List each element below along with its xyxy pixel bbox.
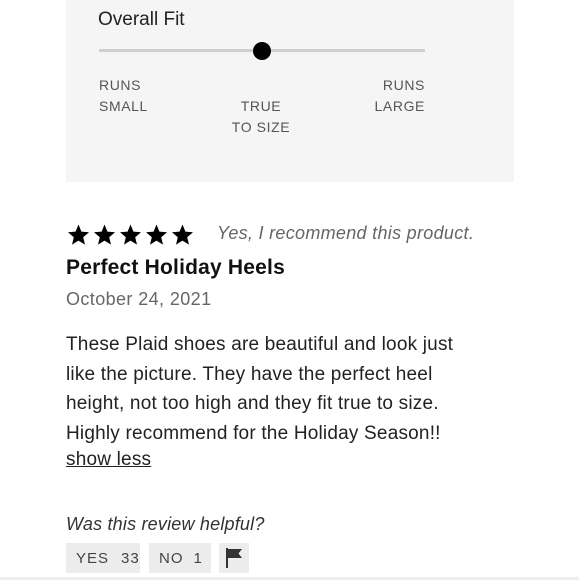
review-body-line: Highly recommend for the Holiday Season!… — [66, 422, 441, 444]
helpful-yes-button[interactable]: YES 33 — [66, 543, 140, 573]
recommend-text: Yes, I recommend this product. — [217, 223, 475, 243]
star-icon — [120, 224, 141, 245]
helpful-yes-count: 33 — [121, 549, 140, 567]
review-body-line: height, not too high and they fit true t… — [66, 393, 439, 415]
helpful-no-button[interactable]: NO 1 — [149, 543, 211, 573]
star-icon — [94, 224, 115, 245]
report-flag-button[interactable] — [219, 543, 249, 573]
overall-fit-title: Overall Fit — [98, 9, 185, 30]
review-body: These Plaid shoes are beautiful and look… — [66, 330, 506, 448]
helpful-no-label: NO — [159, 549, 184, 567]
star-icon — [172, 224, 193, 245]
flag-icon — [226, 548, 242, 568]
show-less-link[interactable]: show less — [66, 449, 151, 471]
star-rating — [66, 223, 195, 247]
fit-label-true-to-size: TRUE TO SIZE — [231, 98, 291, 135]
star-icon — [68, 224, 89, 245]
fit-slider-track — [99, 41, 425, 60]
helpful-no-count: 1 — [193, 549, 203, 567]
fit-slider-knob — [253, 41, 271, 60]
review-title: Perfect Holiday Heels — [66, 256, 285, 279]
star-icon — [146, 224, 167, 245]
review-body-line: These Plaid shoes are beautiful and look… — [66, 334, 454, 355]
review-body-line: like the picture. They have the perfect … — [66, 363, 433, 385]
overall-fit-panel: Overall Fit RUNS SMALL TRUE TO SIZE RUNS… — [66, 0, 514, 182]
review-date: October 24, 2021 — [66, 289, 212, 309]
fit-label-runs-small: RUNS SMALL — [99, 77, 148, 114]
helpful-yes-label: YES — [76, 549, 110, 567]
fit-label-runs-large: RUNS LARGE — [374, 77, 425, 114]
helpful-question: Was this review helpful? — [66, 514, 265, 534]
